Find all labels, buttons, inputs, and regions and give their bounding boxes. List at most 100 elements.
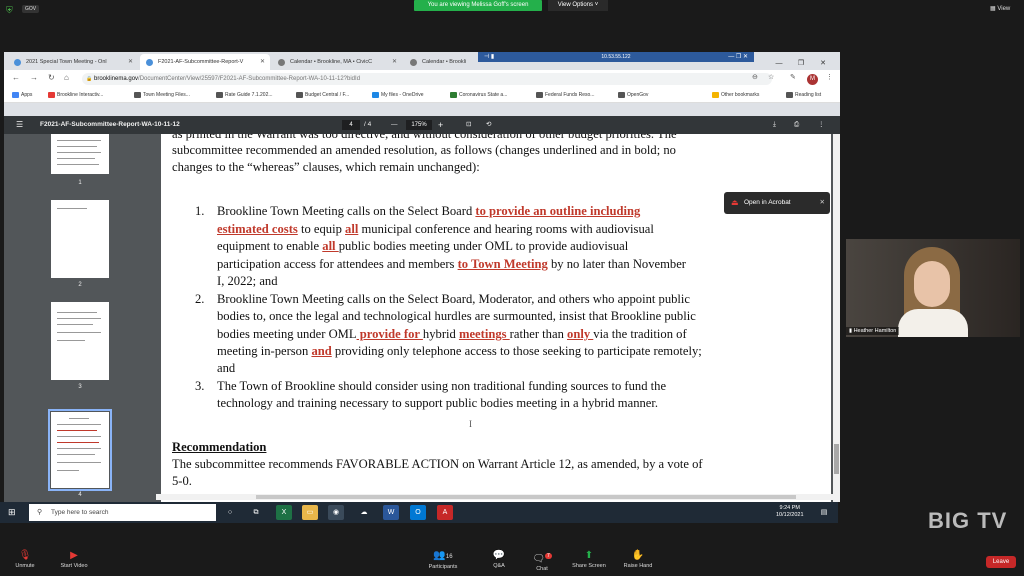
start-video-button[interactable]: ▶ Start Video: [49, 549, 99, 569]
view-button[interactable]: ▦ View: [990, 5, 1010, 12]
page-number-input[interactable]: 4: [342, 120, 360, 130]
bookmark-brookline-interactive[interactable]: Brookline Interactiv...: [48, 90, 103, 100]
back-icon[interactable]: ←: [12, 73, 20, 82]
reading-list-icon: [786, 92, 793, 98]
bookmark-other[interactable]: Other bookmarks: [712, 90, 759, 100]
open-in-acrobat-button[interactable]: ⏏ Open in Acrobat ✕: [724, 192, 830, 214]
vertical-scrollbar[interactable]: [833, 134, 840, 502]
word-icon[interactable]: W: [383, 505, 399, 520]
hamburger-menu-icon[interactable]: ☰: [16, 116, 23, 134]
raise-hand-icon: ✋: [631, 550, 645, 561]
item-1-line-5: I, 2022; and: [217, 274, 278, 288]
home-icon[interactable]: ⌂: [64, 73, 69, 82]
extensions-icon[interactable]: ✎: [790, 73, 796, 81]
file-explorer-icon[interactable]: ▭: [302, 505, 318, 520]
leave-button[interactable]: Leave: [986, 556, 1016, 568]
thumbnail-page-3[interactable]: [51, 302, 109, 380]
close-icon[interactable]: ✕: [260, 54, 265, 70]
download-icon[interactable]: ⤓: [773, 116, 776, 134]
bookmark-rate-guide[interactable]: Rate Guide 7.1.202...: [216, 90, 273, 100]
forward-icon[interactable]: →: [30, 73, 38, 82]
print-icon[interactable]: ⎙: [794, 116, 799, 134]
item-2-line-3: bodies meeting under OML provide for hyb…: [217, 327, 687, 341]
page-total: / 4: [364, 121, 372, 128]
zoom-in-icon[interactable]: +: [438, 116, 443, 134]
bookmark-apps[interactable]: Apps: [12, 90, 32, 100]
close-icon[interactable]: ✕: [128, 54, 133, 70]
zoom-level-input[interactable]: 175%: [406, 120, 432, 130]
acrobat-taskbar-icon[interactable]: A: [437, 505, 453, 520]
bookmark-opengov[interactable]: OpenGov: [618, 90, 648, 100]
participant-video[interactable]: [846, 239, 1020, 337]
item-3-line-1: The Town of Brookline should consider us…: [217, 379, 667, 393]
tab-subcommittee-report[interactable]: F2021-AF-Subcommittee-Report-V ✕: [140, 54, 270, 70]
bookmark-coronavirus[interactable]: Coronavirus State a...: [450, 90, 507, 100]
avatar[interactable]: M: [807, 74, 818, 85]
zoom-magnifier-icon[interactable]: ⊖: [752, 73, 758, 81]
bookmark-reading-list[interactable]: Reading list: [786, 90, 821, 100]
raise-hand-button[interactable]: ✋ Raise Hand: [613, 549, 663, 569]
bookmark-federal-funds[interactable]: Federal Funds Reso...: [536, 90, 594, 100]
tab-calendar-civic[interactable]: Calendar • Brookline, MA • CivicC ✕: [272, 54, 402, 70]
scrollbar-thumb[interactable]: [834, 444, 839, 474]
scrollbar-thumb[interactable]: [256, 495, 796, 499]
chrome-icon[interactable]: ◉: [328, 505, 344, 520]
horizontal-scrollbar[interactable]: [156, 494, 833, 500]
site-icon: [134, 92, 141, 98]
tab-special-town-meeting[interactable]: 2021 Special Town Meeting - Onl ✕: [8, 54, 138, 70]
more-options-icon[interactable]: ⋮: [818, 116, 825, 134]
pdf-page: as printed in the Warrant was too direct…: [161, 134, 831, 502]
notification-icon[interactable]: ▤: [816, 505, 832, 520]
outlook-icon[interactable]: O: [410, 505, 426, 520]
site-icon: [450, 92, 457, 98]
windows-start-icon[interactable]: ⊞: [8, 507, 16, 518]
window-controls-icon[interactable]: — ❐ ✕: [728, 52, 748, 62]
item-2-line-5: and: [217, 361, 236, 375]
thumbnail-page-1[interactable]: [51, 134, 109, 174]
share-screen-icon: ⬆: [584, 550, 594, 561]
reload-icon[interactable]: ↻: [48, 73, 55, 82]
recommendation-heading: Recommendation: [172, 440, 267, 454]
item-1-line-2: estimated costs to equip all municipal c…: [217, 222, 654, 236]
close-icon[interactable]: ✕: [392, 54, 397, 70]
intro-line-3: changes to the “whereas” clauses, which …: [172, 160, 480, 174]
zoom-out-icon[interactable]: —: [391, 116, 398, 134]
close-icon[interactable]: ✕: [820, 192, 825, 214]
remote-desktop-bar: ⊣ ▮ 10.53.55.122 — ❐ ✕: [478, 52, 754, 62]
bookmark-onedrive[interactable]: My files - OneDrive: [372, 90, 424, 100]
taskbar-search-input[interactable]: ⚲ Type here to search: [29, 504, 216, 521]
screen-share-banner: You are viewing Melissa Goff's screen: [414, 0, 542, 11]
cortana-icon[interactable]: ○: [222, 505, 238, 520]
view-options-button[interactable]: View Options ˅: [548, 0, 608, 11]
item-number: 1.: [195, 204, 205, 218]
item-3-line-2: technology and training necessary to sup…: [217, 396, 659, 410]
globe-icon: [146, 59, 153, 66]
recommendation-line-2: 5-0.: [172, 474, 192, 488]
participants-button[interactable]: 👥16 Participants: [418, 549, 468, 570]
network-icon[interactable]: ☁: [356, 505, 372, 520]
excel-icon[interactable]: X: [276, 505, 292, 520]
rotate-icon[interactable]: ⟲: [486, 116, 491, 134]
tab-calendar-brookline[interactable]: Calendar • Brookli: [404, 54, 476, 70]
thumbnail-page-2[interactable]: [51, 200, 109, 278]
bookmarks-bar: Apps Brookline Interactiv... Town Meetin…: [4, 88, 840, 103]
bookmark-star-icon[interactable]: ☆: [768, 73, 774, 81]
menu-kebab-icon[interactable]: ⋮: [826, 73, 833, 81]
pin-icon[interactable]: ⊣ ▮: [484, 52, 494, 62]
unmute-button[interactable]: 🎙 Unmute: [0, 549, 50, 569]
thumbnail-page-4[interactable]: [51, 412, 109, 488]
chat-button[interactable]: 🗨 7 Chat: [517, 549, 567, 572]
pdf-title: F2021-AF-Subcommittee-Report-WA-10-11-12: [40, 121, 180, 128]
url-bar[interactable]: 🔒 brooklinema.gov/DocumentCenter/View/25…: [82, 73, 772, 85]
youtube-icon: [48, 92, 55, 98]
share-screen-button[interactable]: ⬆ Share Screen: [564, 549, 614, 569]
mic-muted-icon: 🎙: [18, 550, 32, 561]
item-number: 3.: [195, 379, 205, 393]
bookmark-town-meeting-files[interactable]: Town Meeting Files...: [134, 90, 190, 100]
fit-page-icon[interactable]: ⊡: [466, 116, 471, 134]
item-2-line-1: Brookline Town Meeting calls on the Sele…: [217, 292, 690, 306]
bookmark-budget-central[interactable]: Budget Central / F...: [296, 90, 349, 100]
task-view-icon[interactable]: ⧉: [248, 505, 264, 520]
windows-taskbar: ⊞ ⚲ Type here to search ○ ⧉ X ▭ ◉ ☁ W O …: [0, 502, 838, 523]
chat-icon: 🗨 7: [532, 553, 552, 565]
